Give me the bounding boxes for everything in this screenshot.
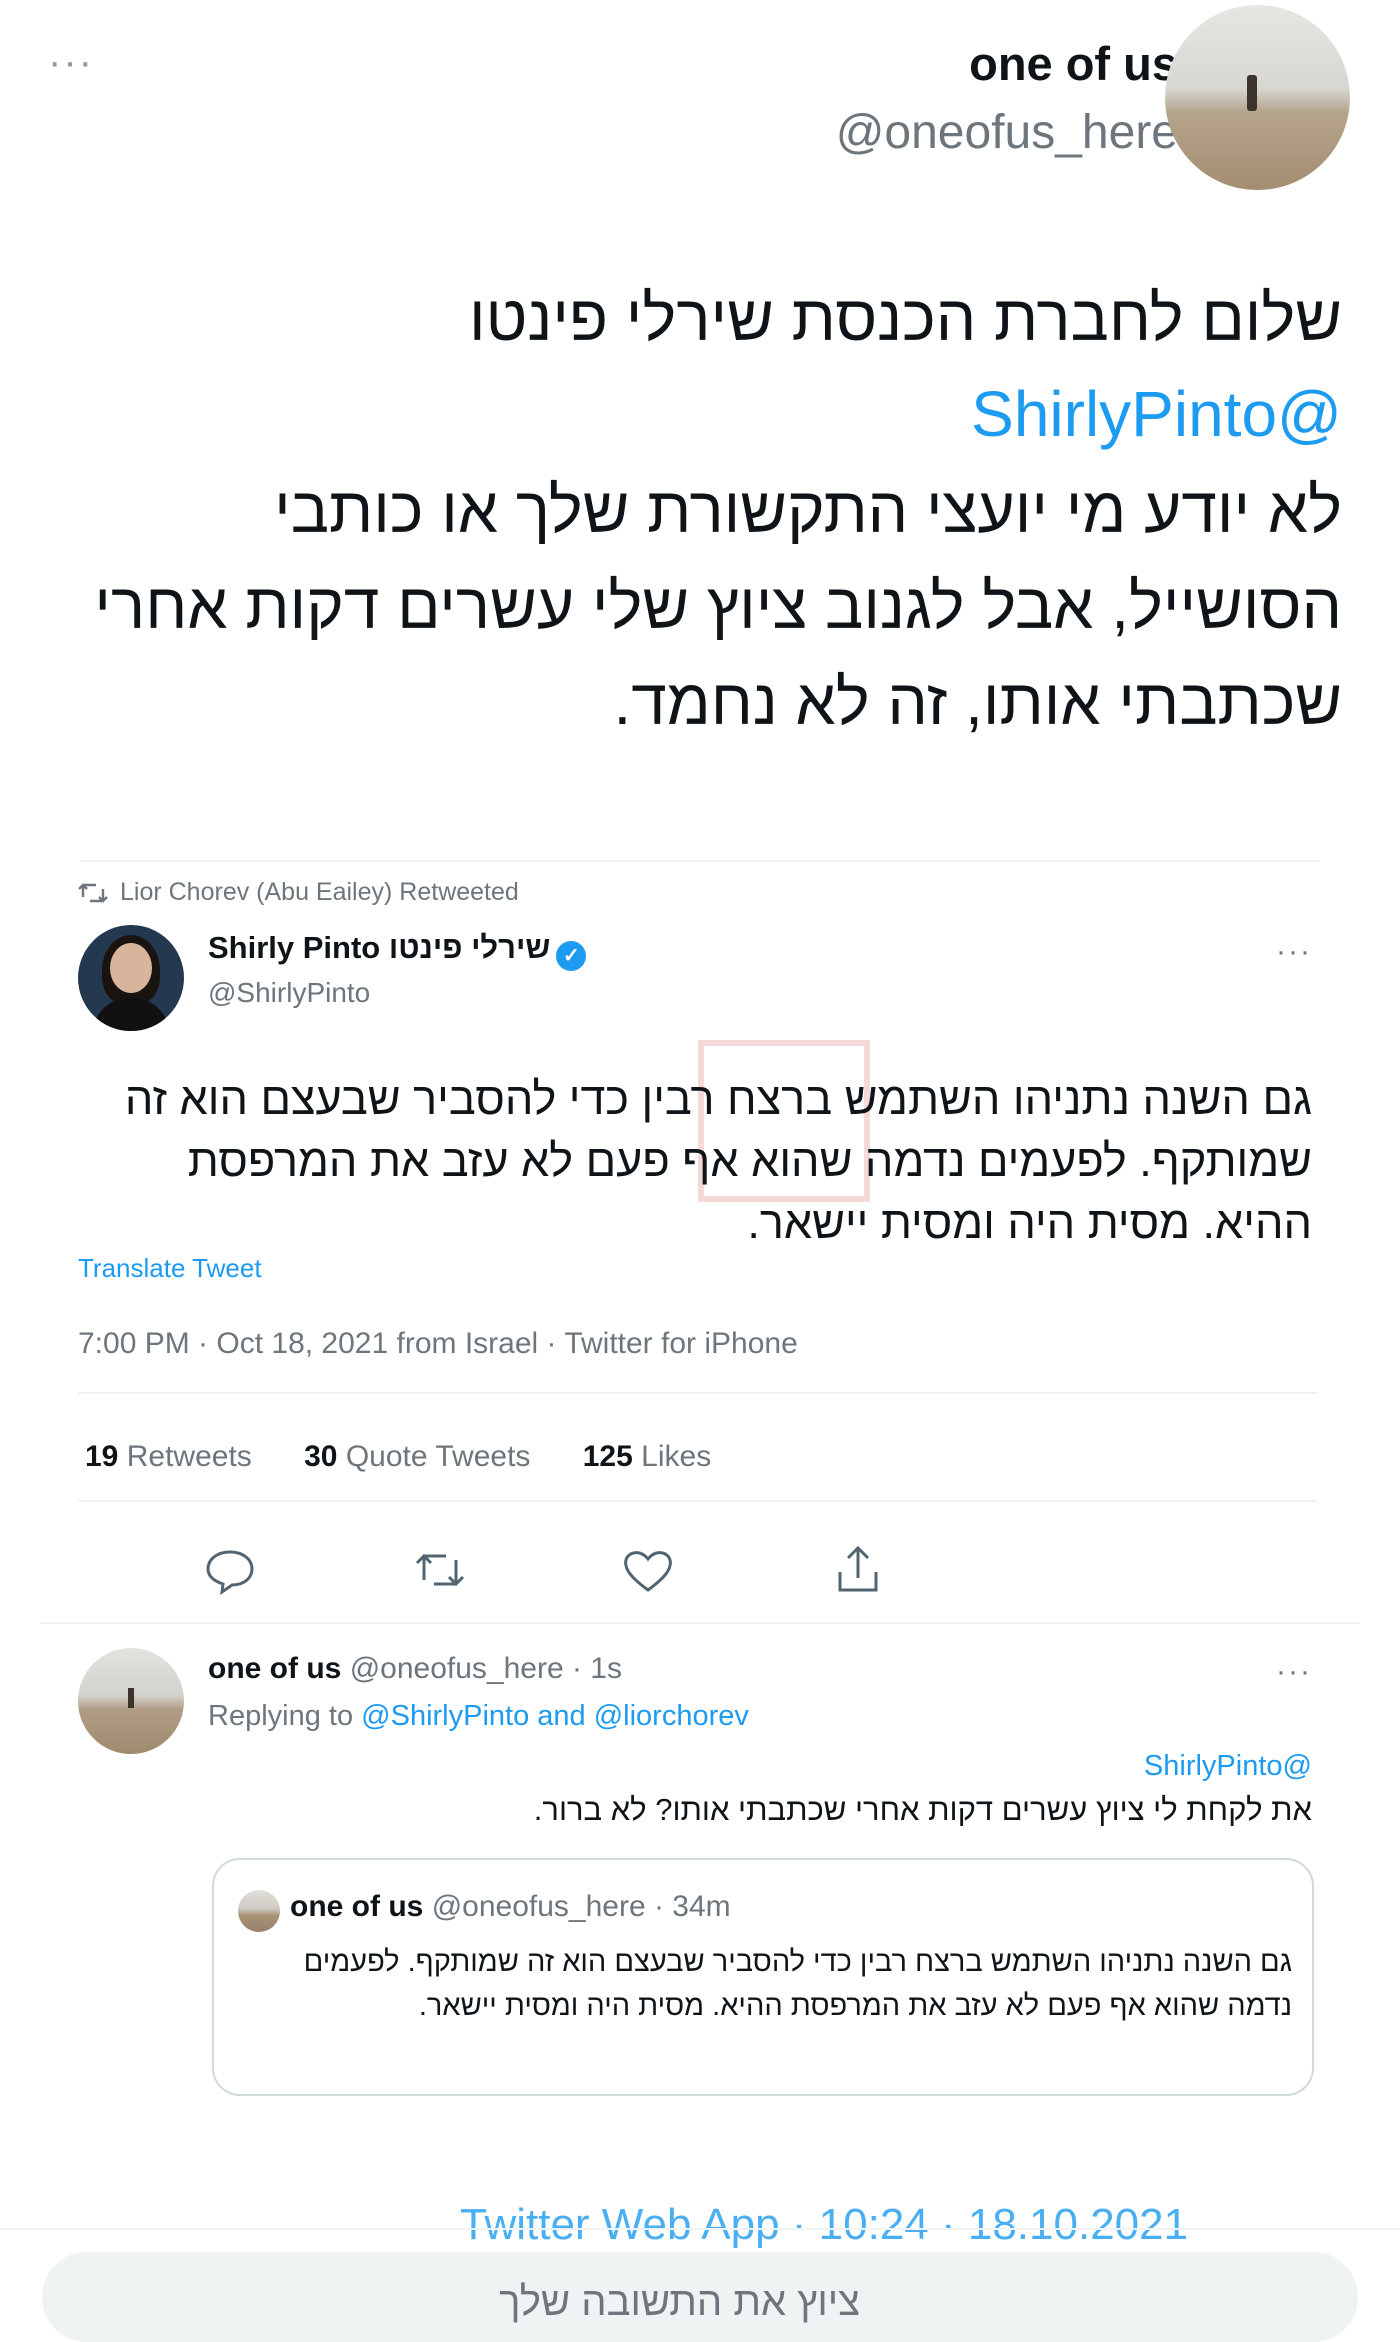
like-icon[interactable] xyxy=(618,1540,678,1600)
reply-header[interactable]: one of us @oneofus_here · 1s xyxy=(208,1652,622,1686)
translate-tweet-link[interactable]: Translate Tweet xyxy=(78,1253,262,1284)
retweets-label[interactable]: Retweets xyxy=(127,1440,252,1473)
divider xyxy=(78,1500,1318,1502)
likes-label[interactable]: Likes xyxy=(641,1440,711,1473)
author-avatar[interactable] xyxy=(1165,5,1350,190)
quoted-author-name: one of us xyxy=(290,1890,424,1923)
quotes-count[interactable]: 30 xyxy=(304,1440,337,1473)
tweet-stats: 19 Retweets 30 Quote Tweets 125 Likes xyxy=(85,1440,755,1474)
divider xyxy=(78,1392,1318,1394)
tweet-source-meta[interactable]: Twitter Web App · 10:24 · 18.10.2021 xyxy=(460,2200,1188,2250)
replying-to-line: Replying to @ShirlyPinto and @liorchorev xyxy=(208,1700,749,1733)
embedded-author-avatar[interactable] xyxy=(78,925,184,1031)
reply-author-name: one of us xyxy=(208,1652,342,1685)
avatar-body xyxy=(92,997,170,1031)
embedded-author-name[interactable]: Shirly Pinto שירלי פינטו ✓ xyxy=(208,930,587,971)
retweeted-by-line[interactable]: Lior Chorev (Abu Eailey) Retweeted xyxy=(78,878,519,907)
retweeted-by-text: Lior Chorev (Abu Eailey) Retweeted xyxy=(120,878,519,906)
quoted-author-avatar xyxy=(238,1890,280,1932)
embedded-author-name-text: Shirly Pinto שירלי פינטו xyxy=(208,930,551,965)
retweets-count[interactable]: 19 xyxy=(85,1440,118,1473)
tweet-mention-link[interactable]: @ShirlyPinto xyxy=(52,366,1342,462)
quoted-tweet-text: גם השנה נתניהו השתמש ברצח רבין כדי להסבי… xyxy=(303,1946,1292,2022)
reply-text: את לקחת לי ציוץ עשרים דקות אחרי שכתבתי א… xyxy=(533,1792,1312,1827)
reply-input-placeholder[interactable]: ציוץ את התשובה שלך xyxy=(499,2280,860,2325)
more-options-icon[interactable]: ··· xyxy=(48,40,94,85)
quoted-meta: @oneofus_here · 34m xyxy=(431,1890,731,1923)
quotes-label[interactable]: Quote Tweets xyxy=(346,1440,531,1473)
embedded-tweet-text: גם השנה נתניהו השתמש ברצח רבין כדי להסבי… xyxy=(124,1073,1312,1248)
tweet-timestamp[interactable]: 7:00 PM · Oct 18, 2021 from Israel · Twi… xyxy=(78,1327,798,1361)
reply-icon[interactable] xyxy=(200,1540,260,1600)
author-name[interactable]: one of us xyxy=(969,36,1178,91)
tweet-text-line1: שלום לחברת הכנסת שירלי פינטו xyxy=(469,282,1342,354)
reply-author-avatar[interactable] xyxy=(78,1648,184,1754)
author-handle[interactable]: @oneofus_here xyxy=(836,105,1178,160)
retweet-icon xyxy=(78,883,108,904)
avatar-figure xyxy=(128,1688,134,1708)
divider xyxy=(0,2228,1400,2230)
tweet-actions xyxy=(78,1540,1318,1600)
tweet-text: שלום לחברת הכנסת שירלי פינטו @ShirlyPint… xyxy=(52,270,1342,750)
share-icon[interactable] xyxy=(828,1540,888,1600)
avatar-figure xyxy=(1247,75,1257,111)
verified-icon: ✓ xyxy=(556,941,587,971)
reply-mention-link[interactable]: @ShirlyPinto xyxy=(1144,1750,1312,1783)
embedded-more-icon[interactable]: ··· xyxy=(1276,935,1312,969)
quoted-header: one of us @oneofus_here · 34m xyxy=(290,1890,731,1924)
avatar-face xyxy=(110,943,152,993)
replying-prefix: Replying to xyxy=(208,1700,354,1732)
likes-count[interactable]: 125 xyxy=(583,1440,633,1473)
reply-more-icon[interactable]: ··· xyxy=(1276,1655,1312,1689)
retweet-action-icon[interactable] xyxy=(410,1540,470,1600)
replying-targets-link[interactable]: @ShirlyPinto and @liorchorev xyxy=(361,1700,749,1732)
tweet-text-line2: לא יודע מי יועצי התקשורת שלך או כותבי הס… xyxy=(94,474,1342,738)
divider xyxy=(40,1622,1360,1624)
reply-meta: @oneofus_here · 1s xyxy=(349,1652,622,1685)
divider xyxy=(80,860,1320,862)
embedded-author-handle[interactable]: @ShirlyPinto xyxy=(208,977,370,1009)
